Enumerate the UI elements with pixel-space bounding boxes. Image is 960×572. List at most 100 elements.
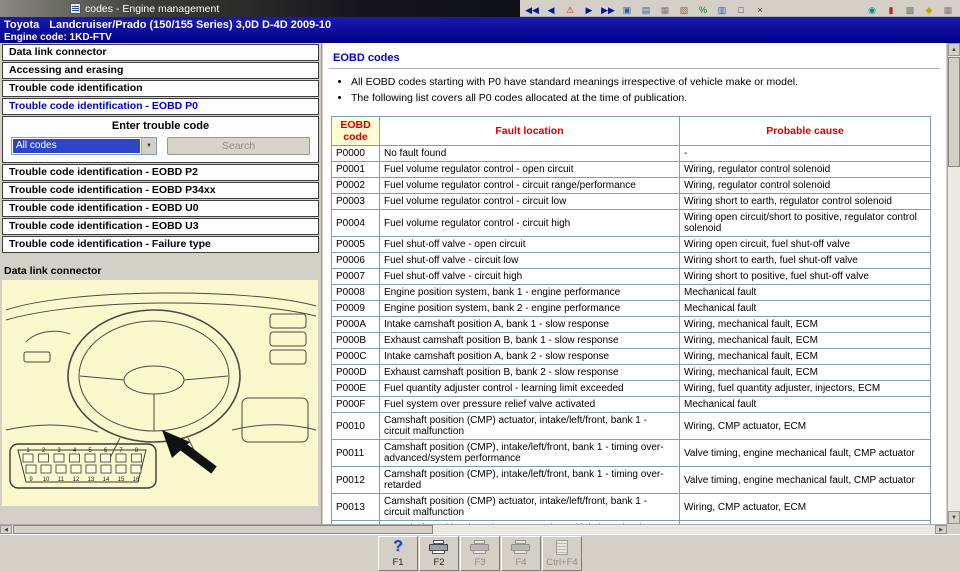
cause-cell: -	[680, 146, 931, 162]
connector-pin	[41, 465, 51, 473]
footer-button-label: F3	[461, 557, 499, 568]
cause-cell: Wiring, regulator control solenoid	[680, 178, 931, 194]
connector-pin	[132, 454, 142, 462]
nav-last-icon[interactable]: ▶▶	[600, 2, 616, 16]
cause-cell: Wiring, regulator control solenoid	[680, 162, 931, 178]
connector-pin	[85, 454, 95, 462]
fault-cell: Fuel shut-off valve - open circuit	[380, 237, 680, 253]
printer-icon	[461, 537, 499, 557]
nav-next-icon[interactable]: ▶	[581, 2, 597, 16]
footer-button-f3: F3	[460, 536, 500, 571]
eobd-codes-table: EOBD code Fault location Probable cause …	[331, 116, 931, 524]
battery-icon[interactable]: ▮	[883, 2, 899, 16]
warning-icon[interactable]: ⚠	[562, 2, 578, 16]
content-pane: EOBD codes All EOBD codes starting with …	[323, 43, 946, 524]
code-filter-dropdown[interactable]: All codes ▼	[11, 137, 157, 155]
worksheet-icon[interactable]: ▦	[657, 2, 673, 16]
fault-cell: Fuel volume regulator control - circuit …	[380, 194, 680, 210]
table-row: P0004Fuel volume regulator control - cir…	[332, 210, 931, 237]
footer-button-label: F2	[420, 557, 458, 568]
footer-button-label: Ctrl+F4	[543, 557, 581, 568]
printer-icon	[420, 537, 458, 557]
sidebar-item-accessing-and-erasing[interactable]: Accessing and erasing	[2, 62, 319, 79]
code-cell: P0003	[332, 194, 380, 210]
connector-pin-number: 6	[104, 448, 108, 454]
vertical-scrollbar-thumb[interactable]	[948, 57, 960, 167]
calculator-icon[interactable]: ▤	[638, 2, 654, 16]
connector-pin	[86, 465, 96, 473]
bookmark-icon[interactable]: ◆	[921, 2, 937, 16]
cause-cell: Wiring, mechanical fault, ECM	[680, 349, 931, 365]
table-row: P000EFuel quantity adjuster control - le…	[332, 381, 931, 397]
connector-pin-number: 14	[103, 477, 110, 483]
nav-prev-icon[interactable]: ◀	[543, 2, 559, 16]
cause-cell: Wiring, mechanical fault, ECM	[680, 365, 931, 381]
fault-cell: Fuel system over pressure relief valve a…	[380, 397, 680, 413]
monitor-icon[interactable]: ▣	[619, 2, 635, 16]
connector-pin-number: 5	[88, 448, 92, 454]
header-probable-cause: Probable cause	[680, 117, 931, 146]
table-row: P000BExhaust camshaft position B, bank 1…	[332, 333, 931, 349]
connector-pin-number: 8	[135, 448, 139, 454]
scroll-left-icon[interactable]: ◀	[0, 525, 12, 534]
chart-icon[interactable]: ▥	[714, 2, 730, 16]
search-button[interactable]: Search	[167, 137, 310, 155]
sidebar: Data link connectorAccessing and erasing…	[0, 43, 322, 524]
engine-code: Engine code: 1KD-FTV	[4, 32, 960, 43]
connector-pin-number: 4	[73, 448, 77, 454]
fault-cell: Camshaft position (CMP), intake/left/fro…	[380, 440, 680, 467]
horizontal-scrollbar[interactable]: ◀ ▶	[0, 524, 947, 534]
code-cell: P0004	[332, 210, 380, 237]
code-cell: P000F	[332, 397, 380, 413]
printer-paper	[433, 540, 444, 544]
footer-button-f2[interactable]: F2	[419, 536, 459, 571]
connector-pin	[54, 454, 64, 462]
table-row: P0005Fuel shut-off valve - open circuitW…	[332, 237, 931, 253]
lamp-icon[interactable]: ◉	[864, 2, 880, 16]
code-cell: P0012	[332, 467, 380, 494]
connector-pin	[101, 454, 111, 462]
connector-pin-number: 11	[58, 477, 65, 483]
sidebar-item-trouble-code-identification-eobd-u0[interactable]: Trouble code identification - EOBD U0	[2, 200, 319, 217]
nav-first-icon[interactable]: ◀◀	[524, 2, 540, 16]
connector-pin	[56, 465, 66, 473]
footer-button-f1[interactable]: ?F1	[378, 536, 418, 571]
notes-icon[interactable]: ▧	[676, 2, 692, 16]
sidebar-item-trouble-code-identification-eobd-p34xx[interactable]: Trouble code identification - EOBD P34xx	[2, 182, 319, 199]
sidebar-item-trouble-code-identification-eobd-u3[interactable]: Trouble code identification - EOBD U3	[2, 218, 319, 235]
table-row: P0002Fuel volume regulator control - cir…	[332, 178, 931, 194]
title-bar: codes - Engine management ◀◀◀⚠▶▶▶▣▤▦▧%▥□…	[0, 0, 960, 17]
percent-icon[interactable]: %	[695, 2, 711, 16]
code-cell: P000B	[332, 333, 380, 349]
connector-pin-number: 10	[43, 477, 50, 483]
header-eobd-code: EOBD code	[332, 117, 380, 146]
sidebar-item-trouble-code-identification-eobd-p0[interactable]: Trouble code identification - EOBD P0	[2, 98, 319, 115]
table-row: P0012Camshaft position (CMP), intake/lef…	[332, 467, 931, 494]
fault-cell: Fuel shut-off valve - circuit low	[380, 253, 680, 269]
scroll-right-icon[interactable]: ▶	[935, 525, 947, 534]
code-cell: P0006	[332, 253, 380, 269]
close-view-icon[interactable]: ×	[752, 2, 768, 16]
scroll-down-icon[interactable]: ▼	[948, 511, 960, 524]
tools-icon[interactable]: ▩	[902, 2, 918, 16]
printer-icon	[470, 540, 490, 555]
connector-pin	[116, 465, 126, 473]
header-fault-location: Fault location	[380, 117, 680, 146]
sidebar-item-trouble-code-identification[interactable]: Trouble code identification	[2, 80, 319, 97]
grid-icon[interactable]: ▦	[940, 2, 956, 16]
sidebar-item-trouble-code-identification-eobd-p2[interactable]: Trouble code identification - EOBD P2	[2, 164, 319, 181]
cause-cell: Wiring, mechanical fault, ECM	[680, 333, 931, 349]
obd-connector: 12345678910111213141516	[10, 444, 156, 488]
horizontal-scrollbar-thumb[interactable]	[13, 525, 433, 534]
sidebar-item-data-link-connector[interactable]: Data link connector	[2, 44, 319, 61]
table-row: P000FFuel system over pressure relief va…	[332, 397, 931, 413]
window-title: codes - Engine management	[85, 3, 219, 15]
connector-pin	[116, 454, 126, 462]
scroll-up-icon[interactable]: ▲	[948, 43, 960, 56]
fault-cell: No fault found	[380, 146, 680, 162]
vertical-scrollbar[interactable]: ▲ ▼	[947, 43, 960, 524]
cause-cell: Wiring open circuit/short to positive, r…	[680, 210, 931, 237]
chevron-down-icon[interactable]: ▼	[141, 138, 156, 154]
restore-view-icon[interactable]: □	[733, 2, 749, 16]
sidebar-item-trouble-code-identification-failure-type[interactable]: Trouble code identification - Failure ty…	[2, 236, 319, 253]
